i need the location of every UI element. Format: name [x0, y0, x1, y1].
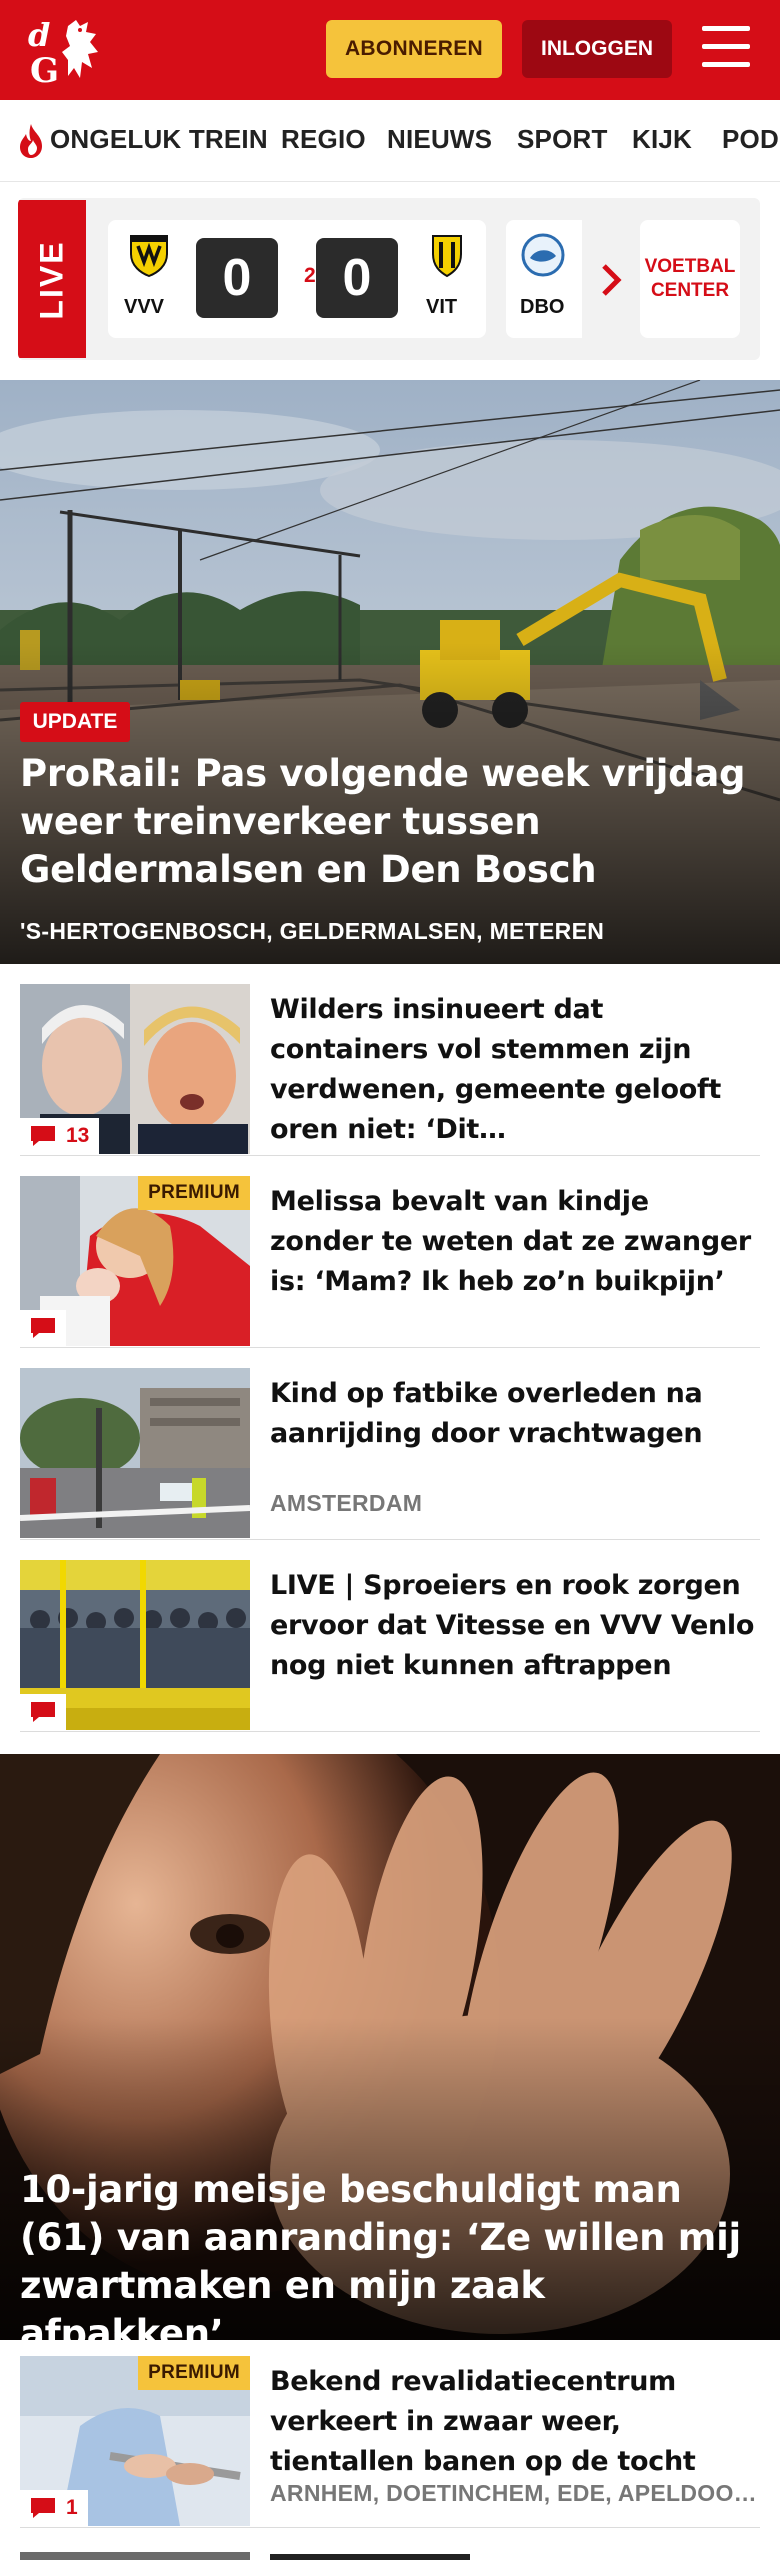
article-title[interactable]: Wilders insinueert dat containers vol st…: [270, 990, 760, 1150]
svg-text:d: d: [28, 16, 50, 54]
article-thumbnail: 13: [20, 984, 250, 1154]
list-item[interactable]: PREMIUM 1 Bekend revalidatiecentrum verk…: [20, 2356, 760, 2528]
article-thumbnail: [20, 1560, 250, 1730]
voetbal-center-link[interactable]: VOETBAL CENTER: [640, 220, 740, 338]
logo-mark: d G: [28, 16, 98, 91]
svg-text:G: G: [30, 51, 59, 88]
den-bosch-logo-icon: [521, 233, 565, 277]
comment-icon: [31, 1318, 55, 1338]
comment-count-value: 1: [66, 2496, 78, 2519]
nav-item-kijk[interactable]: KIJK: [632, 124, 692, 155]
nav-item-sport[interactable]: SPORT: [517, 124, 608, 155]
article-title[interactable]: Kind op fatbike overleden na aanrijding …: [270, 1374, 760, 1454]
article-title[interactable]: LIVE | Sproeiers en rook zorgen ervoor d…: [270, 1566, 760, 1686]
comment-count[interactable]: [20, 1694, 66, 1730]
nav-item-nieuws[interactable]: NIEUWS: [387, 124, 492, 155]
article-title[interactable]: Melissa bevalt van kindje zonder te wete…: [270, 1182, 760, 1302]
hero-location: 'S-HERTOGENBOSCH, GELDERMALSEN, METEREN: [20, 918, 605, 944]
chevron-right-icon[interactable]: [596, 260, 626, 300]
comment-count[interactable]: 1: [20, 2490, 88, 2526]
comment-count[interactable]: [20, 1310, 66, 1346]
vitesse-logo-icon: [432, 235, 462, 278]
article-title[interactable]: Bekend revalidatiecentrum verkeert in zw…: [270, 2362, 760, 2482]
hamburger-menu-icon[interactable]: [700, 22, 752, 72]
login-button[interactable]: INLOGGEN: [522, 20, 672, 78]
live-text: LIVE: [33, 240, 70, 320]
next-team-name: DBO: [520, 296, 565, 318]
comment-icon: [31, 1702, 55, 1722]
update-badge: UPDATE: [20, 702, 130, 742]
vvv-logo-icon: [130, 235, 168, 278]
nav-item-regio[interactable]: REGIO: [281, 124, 366, 155]
away-score: 0: [316, 238, 398, 318]
article-location: ARNHEM, DOETINCHEM, EDE, APELDOORN: [270, 2480, 760, 2506]
site-logo[interactable]: d G: [22, 12, 118, 91]
site-header: d G ABONNEREN INLOGGEN: [0, 0, 780, 100]
voetbal-center-label-2: CENTER: [650, 280, 730, 301]
list-item[interactable]: Kind op fatbike overleden na aanrijding …: [20, 1368, 760, 1540]
hero-2-title[interactable]: 10-jarig meisje beschuldigt man (61) van…: [20, 2166, 760, 2340]
match-card[interactable]: VVV 0 2' 0 VIT: [108, 220, 486, 338]
section-nav: ONGELUK TREIN REGIO NIEUWS SPORT KIJK PO…: [0, 100, 780, 182]
nav-item-podcast[interactable]: PODCAST: [722, 124, 780, 155]
article-thumbnail: PREMIUM 1: [20, 2356, 250, 2526]
article-thumbnail: [20, 1368, 250, 1538]
article-location: AMSTERDAM: [270, 1490, 423, 1516]
article-thumbnail: PREMIUM: [20, 1176, 250, 1346]
home-score: 0: [196, 238, 278, 318]
next-list-item-partial: [20, 2552, 760, 2560]
comment-icon: [31, 2498, 55, 2518]
premium-badge: PREMIUM: [138, 2356, 250, 2390]
hero-article[interactable]: UPDATE ProRail: Pas volgende week vrijda…: [0, 380, 780, 964]
premium-badge: PREMIUM: [138, 1176, 250, 1210]
comment-icon: [31, 1126, 55, 1146]
list-item[interactable]: 13 Wilders insinueert dat containers vol…: [20, 984, 760, 1156]
subscribe-button[interactable]: ABONNEREN: [326, 20, 502, 78]
list-item[interactable]: LIVE | Sproeiers en rook zorgen ervoor d…: [20, 1560, 760, 1732]
comment-count-value: 13: [66, 1124, 90, 1147]
thumbnail-image-accident-scene: [20, 1368, 250, 1538]
match-card-next[interactable]: DBO: [506, 220, 582, 338]
fire-icon: [20, 124, 42, 158]
voetbal-center-label-1: VOETBAL: [644, 256, 736, 277]
live-label: LIVE: [18, 200, 86, 358]
comment-count[interactable]: 13: [20, 1118, 100, 1154]
list-item[interactable]: PREMIUM Melissa bevalt van kindje zonder…: [20, 1176, 760, 1348]
away-team-name: VIT: [426, 296, 458, 318]
hero-title[interactable]: ProRail: Pas volgende week vrijdag weer …: [20, 750, 760, 894]
nav-item-ongeluk-trein[interactable]: ONGELUK TREIN: [50, 124, 268, 155]
live-scoreboard: LIVE VVV 0 2' 0 VIT DBO VOETBAL CENTER: [18, 198, 760, 360]
hero-article-2[interactable]: 10-jarig meisje beschuldigt man (61) van…: [0, 1754, 780, 2340]
home-team-name: VVV: [124, 296, 165, 318]
